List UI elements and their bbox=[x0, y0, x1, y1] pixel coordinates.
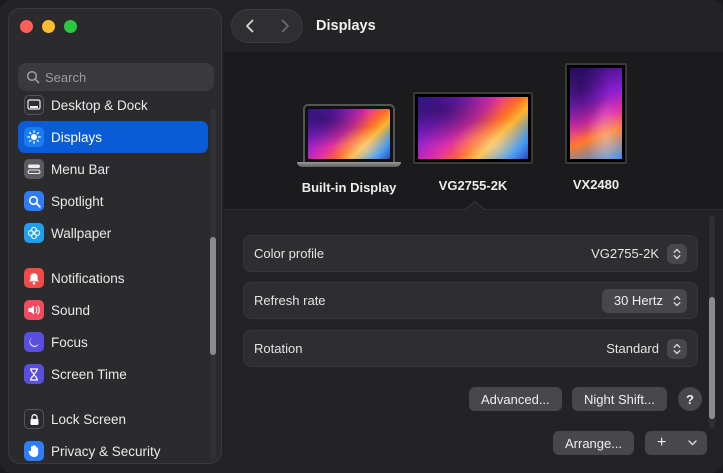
magnifier-icon bbox=[24, 191, 44, 211]
window-controls bbox=[20, 20, 77, 33]
sidebar-item-lock-screen[interactable]: Lock Screen bbox=[18, 403, 208, 435]
display-selector: Built-in Display VG2755-2K VX2480 bbox=[224, 52, 723, 212]
desktop-dock-icon bbox=[24, 95, 44, 115]
sidebar-item-displays[interactable]: Displays bbox=[18, 121, 208, 153]
monitor-icon bbox=[413, 92, 533, 164]
monitor-icon bbox=[565, 63, 627, 164]
display-name: Built-in Display bbox=[301, 180, 397, 195]
setting-value: VG2755-2K bbox=[591, 246, 659, 261]
sidebar-item-label: Privacy & Security bbox=[51, 443, 161, 459]
sidebar-item-privacy-security[interactable]: Privacy & Security bbox=[18, 435, 208, 463]
refresh-rate-row: Refresh rate 30 Hertz bbox=[243, 282, 698, 319]
sidebar-item-sound[interactable]: Sound bbox=[18, 294, 208, 326]
wallpaper-preview bbox=[418, 97, 528, 159]
wallpaper-preview bbox=[570, 68, 622, 159]
sidebar-item-label: Spotlight bbox=[51, 193, 104, 209]
updown-chevron-icon[interactable] bbox=[667, 243, 687, 264]
search-input[interactable] bbox=[45, 69, 205, 85]
back-button[interactable] bbox=[232, 9, 267, 43]
rotation-row: Rotation Standard bbox=[243, 330, 698, 367]
sidebar-item-label: Focus bbox=[51, 334, 88, 350]
sidebar-item-focus[interactable]: Focus bbox=[18, 326, 208, 358]
menubar-icon bbox=[24, 159, 44, 179]
minimize-window-button[interactable] bbox=[42, 20, 55, 33]
add-display-menu[interactable]: + bbox=[645, 431, 707, 455]
bell-icon bbox=[24, 268, 44, 288]
display-name: VG2755-2K bbox=[438, 178, 508, 193]
laptop-icon bbox=[303, 104, 395, 162]
sidebar-scrollbar[interactable] bbox=[210, 237, 216, 355]
display-settings: Color profile VG2755-2K Refresh rate 30 … bbox=[224, 210, 723, 473]
display-vx2480[interactable]: VX2480 bbox=[564, 63, 628, 192]
search-field[interactable] bbox=[18, 63, 214, 91]
sidebar-item-notifications[interactable]: Notifications bbox=[18, 262, 208, 294]
sidebar-item-desktop-dock[interactable]: Desktop & Dock bbox=[18, 89, 208, 121]
sun-icon bbox=[24, 127, 44, 147]
sidebar-item-spotlight[interactable]: Spotlight bbox=[18, 185, 208, 217]
laptop-base bbox=[297, 162, 401, 167]
chevron-down-icon bbox=[688, 440, 697, 446]
search-icon bbox=[26, 70, 40, 84]
navigation-buttons bbox=[231, 9, 303, 43]
color-profile-row: Color profile VG2755-2K bbox=[243, 235, 698, 272]
display-vg2755[interactable]: VG2755-2K bbox=[413, 92, 533, 193]
setting-label: Refresh rate bbox=[254, 293, 326, 308]
flower-icon bbox=[24, 223, 44, 243]
settings-window: Desktop & Dock Displays Menu Bar Spotlig… bbox=[0, 0, 723, 473]
sidebar-item-label: Desktop & Dock bbox=[51, 97, 148, 113]
zoom-window-button[interactable] bbox=[64, 20, 77, 33]
close-window-button[interactable] bbox=[20, 20, 33, 33]
updown-chevron-icon bbox=[673, 295, 681, 306]
sidebar-item-wallpaper[interactable]: Wallpaper bbox=[18, 217, 208, 249]
hourglass-icon bbox=[24, 364, 44, 384]
refresh-rate-select[interactable]: 30 Hertz bbox=[601, 288, 687, 313]
help-button[interactable]: ? bbox=[678, 387, 702, 411]
hand-icon bbox=[24, 441, 44, 461]
arrange-button[interactable]: Arrange... bbox=[553, 431, 635, 455]
setting-value: 30 Hertz bbox=[613, 293, 663, 308]
chevron-right-icon bbox=[281, 19, 289, 33]
display-builtin[interactable]: Built-in Display bbox=[297, 104, 401, 195]
lock-icon bbox=[24, 409, 44, 429]
setting-label: Rotation bbox=[254, 341, 303, 356]
sidebar-item-screen-time[interactable]: Screen Time bbox=[18, 358, 208, 390]
sidebar-item-menu-bar[interactable]: Menu Bar bbox=[18, 153, 208, 185]
sidebar-item-label: Wallpaper bbox=[51, 225, 112, 241]
wallpaper-preview bbox=[308, 109, 390, 159]
sidebar: Desktop & Dock Displays Menu Bar Spotlig… bbox=[8, 8, 222, 464]
chevron-left-icon bbox=[245, 19, 253, 33]
sidebar-nav: Desktop & Dock Displays Menu Bar Spotlig… bbox=[18, 89, 208, 463]
sidebar-item-label: Screen Time bbox=[51, 366, 127, 382]
content-scrollbar[interactable] bbox=[709, 297, 715, 419]
speaker-icon bbox=[24, 300, 44, 320]
color-profile-select[interactable]: VG2755-2K bbox=[591, 243, 687, 264]
sidebar-item-label: Sound bbox=[51, 302, 91, 318]
toolbar: Displays bbox=[224, 0, 723, 52]
rotation-select[interactable]: Standard bbox=[606, 338, 687, 359]
moon-icon bbox=[24, 332, 44, 352]
setting-value: Standard bbox=[606, 341, 659, 356]
sidebar-item-label: Notifications bbox=[51, 270, 125, 286]
sidebar-item-label: Displays bbox=[51, 129, 103, 145]
display-name: VX2480 bbox=[572, 177, 620, 192]
sidebar-item-label: Lock Screen bbox=[51, 411, 127, 427]
advanced-button[interactable]: Advanced... bbox=[469, 387, 562, 411]
forward-button[interactable] bbox=[267, 9, 302, 43]
updown-chevron-icon[interactable] bbox=[667, 338, 687, 359]
sidebar-item-label: Menu Bar bbox=[51, 161, 110, 177]
night-shift-button[interactable]: Night Shift... bbox=[572, 387, 667, 411]
page-title: Displays bbox=[316, 18, 376, 34]
plus-icon: + bbox=[657, 434, 667, 451]
setting-label: Color profile bbox=[254, 246, 325, 261]
